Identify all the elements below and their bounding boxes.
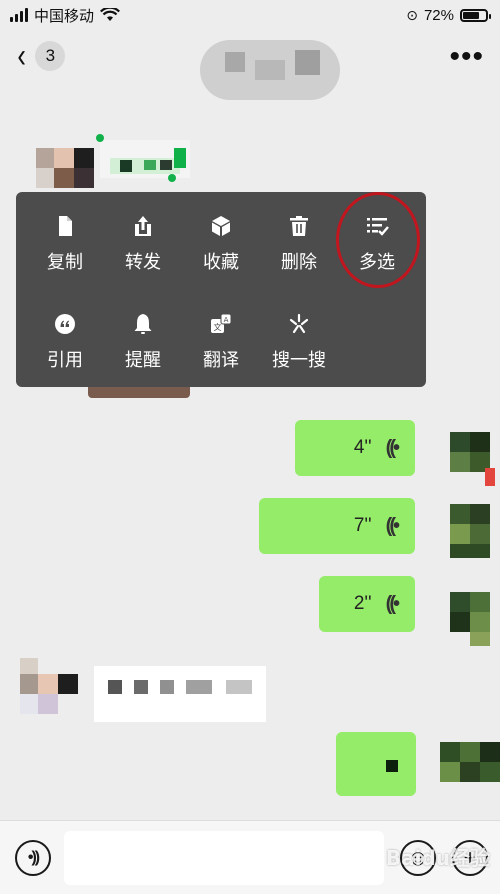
orientation-lock-icon: ⊙ — [406, 6, 418, 23]
wifi-icon — [100, 8, 120, 21]
menu-forward[interactable]: 转发 — [104, 214, 182, 286]
avatar[interactable] — [20, 658, 80, 718]
voice-duration: 7'' — [353, 515, 372, 536]
cube-icon — [212, 216, 230, 236]
menu-remind[interactable]: 提醒 — [104, 312, 182, 384]
menu-label: 复制 — [47, 252, 83, 272]
menu-label: 删除 — [281, 252, 317, 272]
status-right: ⊙ 72% — [406, 6, 491, 24]
status-bar: 中国移动 ⊙ 72% — [0, 0, 500, 30]
voice-wave-icon: ((• — [385, 436, 400, 459]
search-spark-icon — [289, 313, 309, 334]
back-button[interactable]: ‹ 3 — [16, 37, 66, 75]
message-input[interactable] — [64, 831, 384, 885]
menu-quote[interactable]: 引用 — [26, 312, 104, 384]
menu-label: 转发 — [125, 252, 161, 272]
watermark: Baidu经验 — [385, 846, 490, 870]
menu-label: 搜一搜 — [272, 350, 326, 370]
status-left: 中国移动 — [10, 5, 120, 26]
menu-search[interactable]: 搜一搜 — [260, 312, 338, 384]
voice-duration: 2'' — [353, 593, 372, 614]
document-icon — [59, 216, 72, 236]
voice-message[interactable]: 7'' ((• — [259, 498, 415, 554]
highlight-annotation — [336, 192, 420, 288]
menu-label: 提醒 — [125, 350, 161, 370]
menu-label: 收藏 — [203, 252, 239, 272]
svg-text:A: A — [224, 316, 229, 324]
voice-message[interactable]: 2'' ((• — [319, 576, 415, 632]
battery-level — [463, 11, 479, 19]
my-avatar[interactable] — [440, 742, 500, 802]
quote-icon — [55, 314, 75, 334]
menu-label: 引用 — [47, 350, 83, 370]
voice-message[interactable]: 4'' ((• — [295, 420, 415, 476]
carrier-label: 中国移动 — [34, 7, 95, 25]
selected-message-mosaic[interactable] — [96, 134, 196, 184]
menu-label: 翻译 — [203, 350, 239, 370]
chevron-left-icon: ‹ — [17, 37, 26, 75]
voice-wave-icon: •)) — [27, 849, 40, 866]
signal-strength-icon — [10, 8, 28, 22]
battery-icon — [460, 8, 491, 22]
my-avatar[interactable] — [440, 432, 500, 492]
svg-text:文: 文 — [214, 322, 222, 332]
my-avatar[interactable] — [440, 592, 500, 652]
my-avatar[interactable] — [440, 504, 500, 564]
voice-wave-icon: ((• — [385, 514, 400, 537]
menu-copy[interactable]: 复制 — [26, 214, 104, 286]
menu-translate[interactable]: 文 A 翻译 — [182, 312, 260, 384]
voice-wave-icon: ((• — [385, 592, 400, 615]
menu-favorite[interactable]: 收藏 — [182, 214, 260, 286]
trash-icon — [290, 216, 308, 236]
voice-input-button[interactable]: •)) — [15, 840, 51, 876]
battery-percent: 72% — [423, 6, 454, 24]
bell-icon — [134, 314, 152, 334]
outgoing-message-mosaic[interactable] — [336, 732, 416, 796]
voice-duration: 4'' — [353, 437, 372, 458]
unread-badge: 3 — [35, 41, 66, 71]
incoming-message-mosaic[interactable] — [94, 666, 266, 722]
translate-icon: 文 A — [211, 313, 232, 333]
menu-delete[interactable]: 删除 — [260, 214, 338, 286]
share-icon — [135, 216, 151, 236]
more-button[interactable]: ••• — [449, 41, 484, 71]
